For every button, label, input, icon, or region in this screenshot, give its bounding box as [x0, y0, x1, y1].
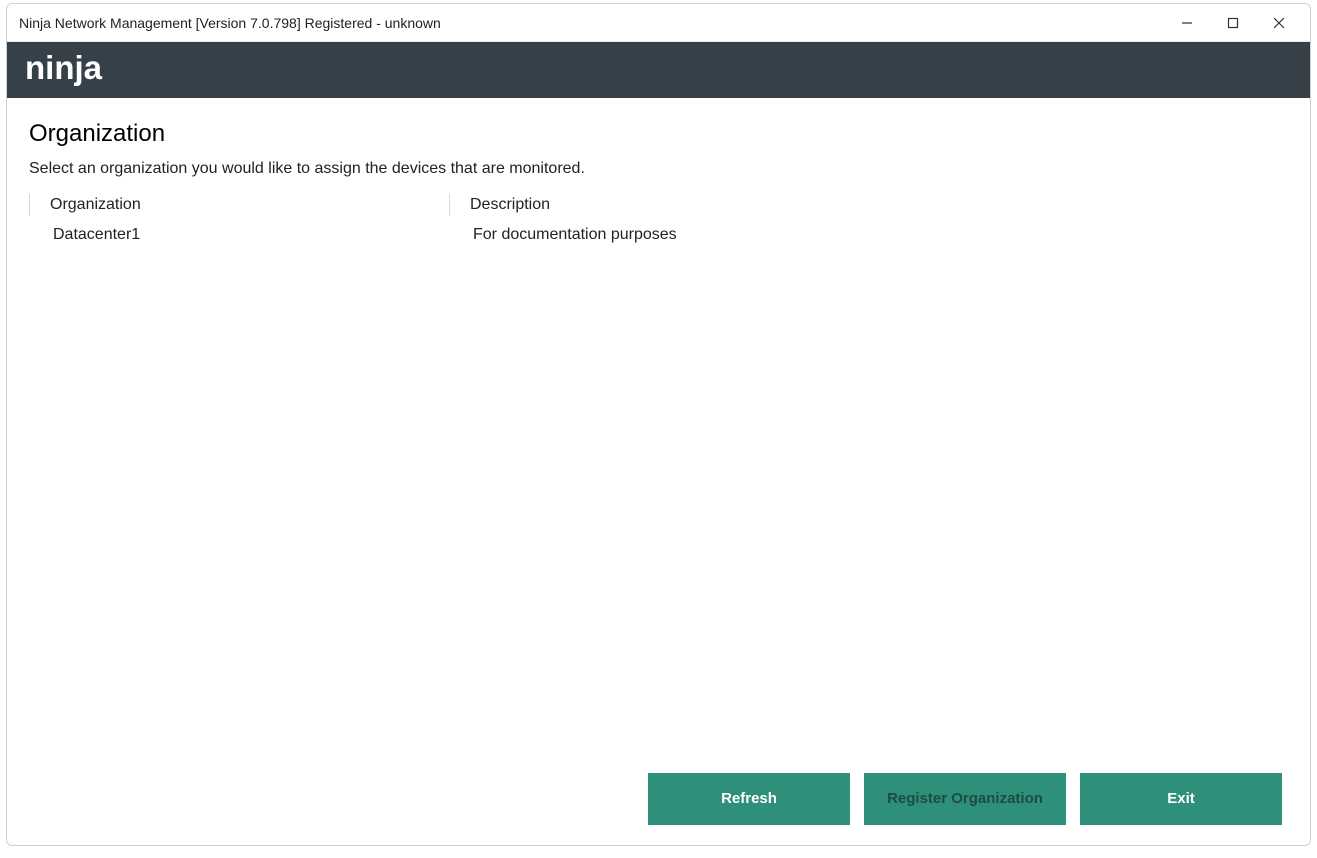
refresh-button[interactable]: Refresh	[648, 773, 850, 825]
close-icon	[1273, 17, 1285, 29]
minimize-button[interactable]	[1164, 7, 1210, 39]
column-header-organization[interactable]: Organization	[29, 194, 449, 216]
cell-organization: Datacenter1	[29, 224, 449, 246]
exit-button[interactable]: Exit	[1080, 773, 1282, 825]
content-area: Organization Select an organization you …	[7, 98, 1310, 845]
brand-logo: ninja	[25, 49, 102, 87]
maximize-button[interactable]	[1210, 7, 1256, 39]
table-header: Organization Description	[29, 190, 1288, 220]
column-header-description[interactable]: Description	[449, 194, 1288, 216]
window-title: Ninja Network Management [Version 7.0.79…	[19, 15, 1164, 31]
footer-actions: Refresh Register Organization Exit	[29, 773, 1288, 831]
page-subtitle: Select an organization you would like to…	[29, 160, 1288, 178]
app-window: Ninja Network Management [Version 7.0.79…	[6, 3, 1311, 846]
register-organization-button[interactable]: Register Organization	[864, 773, 1066, 825]
table-row[interactable]: Datacenter1 For documentation purposes	[29, 220, 1288, 250]
brand-bar: ninja	[7, 42, 1310, 98]
maximize-icon	[1227, 17, 1239, 29]
cell-description: For documentation purposes	[449, 224, 1288, 246]
titlebar: Ninja Network Management [Version 7.0.79…	[7, 4, 1310, 42]
minimize-icon	[1181, 17, 1193, 29]
page-title: Organization	[29, 120, 1288, 148]
organization-table: Organization Description Datacenter1 For…	[29, 190, 1288, 773]
window-controls	[1164, 7, 1302, 39]
close-button[interactable]	[1256, 7, 1302, 39]
